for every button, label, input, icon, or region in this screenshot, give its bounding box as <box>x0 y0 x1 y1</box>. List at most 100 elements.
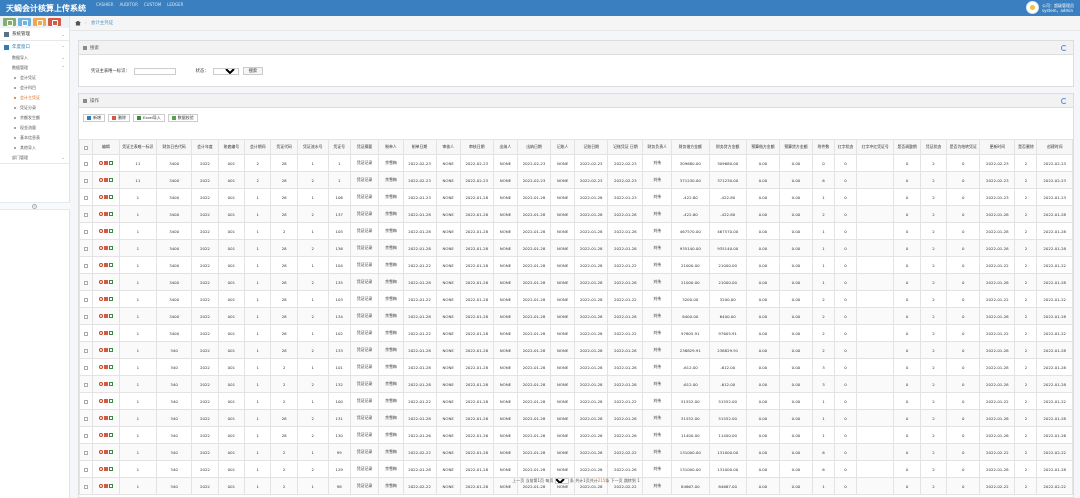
shortcut-edit-icon[interactable] <box>18 18 31 26</box>
row-checkbox-cell[interactable] <box>78 409 94 427</box>
refresh-icon[interactable] <box>1061 45 1067 51</box>
row-checkbox[interactable] <box>84 178 89 183</box>
view-icon[interactable] <box>98 381 103 386</box>
edit-icon[interactable] <box>108 211 113 216</box>
row-checkbox-cell[interactable] <box>78 239 94 257</box>
shortcut-settings-icon[interactable] <box>48 18 61 26</box>
row-checkbox-cell[interactable] <box>78 273 94 291</box>
edit-icon[interactable] <box>108 432 113 437</box>
table-row[interactable]: 1 3400 2022 001 1 28 2 135 凭证记录 余雪梅 2022-01-28 NONE… <box>78 273 1073 291</box>
table-row[interactable]: 1 3400 2022 001 1 28 2 134 凭证记录 余雪梅 2022-01-28 NONE… <box>78 307 1073 325</box>
sidebar-collapse-button[interactable]: « <box>0 202 70 210</box>
row-checkbox-cell[interactable] <box>78 324 94 342</box>
table-row[interactable]: 1 3400 2022 001 1 28 1 103 凭证记录 余雪梅 2022-01-22 NONE… <box>78 290 1073 308</box>
row-checkbox[interactable] <box>84 331 89 336</box>
edit-icon[interactable] <box>108 466 113 471</box>
row-checkbox-cell[interactable] <box>78 443 94 461</box>
sidebar-item-other-import[interactable]: 其他导入 <box>0 143 69 153</box>
table-row[interactable]: 1 340 2022 001 1 28 2 133 凭证记录 余雪梅 2022-01-28 NONE 2… <box>78 341 1073 359</box>
table-row[interactable]: 1 340 2022 001 1 28 2 131 凭证记录 余雪梅 2022-01-28 NONE 2… <box>78 409 1073 427</box>
user-menu[interactable]: 公司：超级管理员 system，admin <box>1026 1 1074 14</box>
row-checkbox-cell[interactable] <box>78 256 94 274</box>
top-link[interactable]: CASHIER <box>96 2 114 7</box>
view-icon[interactable] <box>98 296 103 301</box>
shortcut-users-icon[interactable] <box>33 18 46 26</box>
view-icon[interactable] <box>98 466 103 471</box>
row-checkbox[interactable] <box>84 450 89 455</box>
row-checkbox[interactable] <box>84 399 89 404</box>
breadcrumb-current[interactable]: 会计主凭证 <box>91 20 114 26</box>
view-icon[interactable] <box>98 364 103 369</box>
table-row[interactable]: 1 340 2022 001 1 2 1 101 凭证记录 余雪梅 2022-01-28 NONE 20… <box>78 358 1073 376</box>
row-checkbox[interactable] <box>84 348 89 353</box>
row-checkbox-cell[interactable] <box>78 154 94 172</box>
edit-icon[interactable] <box>108 296 113 301</box>
sidebar-item-account[interactable]: 会计科目 <box>0 83 69 93</box>
voucher-id-input[interactable] <box>133 67 176 75</box>
refresh-icon[interactable] <box>1061 98 1067 104</box>
table-row[interactable]: 1 340 2022 001 1 2 2 132 凭证记录 余雪梅 2022-01-28 NONE 20… <box>78 375 1073 393</box>
row-checkbox[interactable] <box>84 297 89 302</box>
home-icon[interactable] <box>75 20 81 26</box>
edit-icon[interactable] <box>108 160 113 165</box>
sidebar-item-dept[interactable]: 部门管理 ⌄ <box>0 153 69 163</box>
edit-icon[interactable] <box>108 347 113 352</box>
row-checkbox[interactable] <box>84 212 89 217</box>
delete-icon[interactable] <box>103 347 108 352</box>
row-checkbox-cell[interactable] <box>78 222 94 240</box>
edit-icon[interactable] <box>108 177 113 182</box>
row-checkbox-cell[interactable] <box>78 358 94 376</box>
edit-icon[interactable] <box>108 381 113 386</box>
next-page-link[interactable]: 下一页 <box>611 478 623 483</box>
view-icon[interactable] <box>98 228 103 233</box>
view-icon[interactable] <box>98 279 103 284</box>
add-button[interactable]: 新增 <box>83 114 105 122</box>
view-icon[interactable] <box>98 211 103 216</box>
row-checkbox[interactable] <box>84 416 89 421</box>
per-page-select[interactable]: 20 <box>554 478 569 484</box>
row-checkbox-cell[interactable] <box>78 307 94 325</box>
top-link[interactable]: CUSTOM <box>144 2 161 7</box>
row-checkbox[interactable] <box>84 246 89 251</box>
edit-icon[interactable] <box>108 245 113 250</box>
validate-button[interactable]: 数据校验 <box>167 114 198 122</box>
view-icon[interactable] <box>98 415 103 420</box>
delete-icon[interactable] <box>103 262 108 267</box>
sidebar-item-basic-info[interactable]: 基本信息表 <box>0 133 69 143</box>
delete-icon[interactable] <box>103 432 108 437</box>
row-checkbox[interactable] <box>84 433 89 438</box>
row-checkbox-cell[interactable] <box>78 290 94 308</box>
status-select[interactable] <box>212 67 239 75</box>
delete-icon[interactable] <box>103 381 108 386</box>
row-checkbox-cell[interactable] <box>78 392 94 410</box>
delete-icon[interactable] <box>103 449 108 454</box>
row-checkbox[interactable] <box>84 467 89 472</box>
edit-icon[interactable] <box>108 228 113 233</box>
row-checkbox-cell[interactable] <box>78 426 94 444</box>
delete-icon[interactable] <box>103 313 108 318</box>
view-icon[interactable] <box>98 194 103 199</box>
edit-icon[interactable] <box>108 364 113 369</box>
delete-icon[interactable] <box>103 160 108 165</box>
delete-icon[interactable] <box>103 296 108 301</box>
row-checkbox[interactable] <box>84 280 89 285</box>
checkbox[interactable] <box>84 145 89 150</box>
delete-icon[interactable] <box>103 245 108 250</box>
sidebar-item-voucher[interactable]: 会计凭证 <box>0 73 69 83</box>
sidebar-item-balance[interactable]: 余额发生额 <box>0 113 69 123</box>
delete-icon[interactable] <box>103 177 108 182</box>
row-checkbox[interactable] <box>84 195 89 200</box>
table-row[interactable]: 1 340 2022 001 1 28 2 130 凭证记录 余雪梅 2022-01-26 NONE 2… <box>78 426 1073 444</box>
row-checkbox-cell[interactable] <box>78 341 94 359</box>
sidebar-item-system[interactable]: 系统管理 ⌄ <box>0 28 69 41</box>
row-checkbox-cell[interactable] <box>78 375 94 393</box>
excel-import-button[interactable]: Excel导入 <box>133 114 165 122</box>
edit-icon[interactable] <box>108 262 113 267</box>
view-icon[interactable] <box>98 160 103 165</box>
top-link[interactable]: AUDITOR <box>120 2 138 7</box>
row-checkbox[interactable] <box>84 314 89 319</box>
delete-icon[interactable] <box>103 466 108 471</box>
row-checkbox-cell[interactable] <box>78 188 94 206</box>
row-checkbox[interactable] <box>84 161 89 166</box>
sidebar-item-cashflow[interactable]: 现金流量 <box>0 123 69 133</box>
